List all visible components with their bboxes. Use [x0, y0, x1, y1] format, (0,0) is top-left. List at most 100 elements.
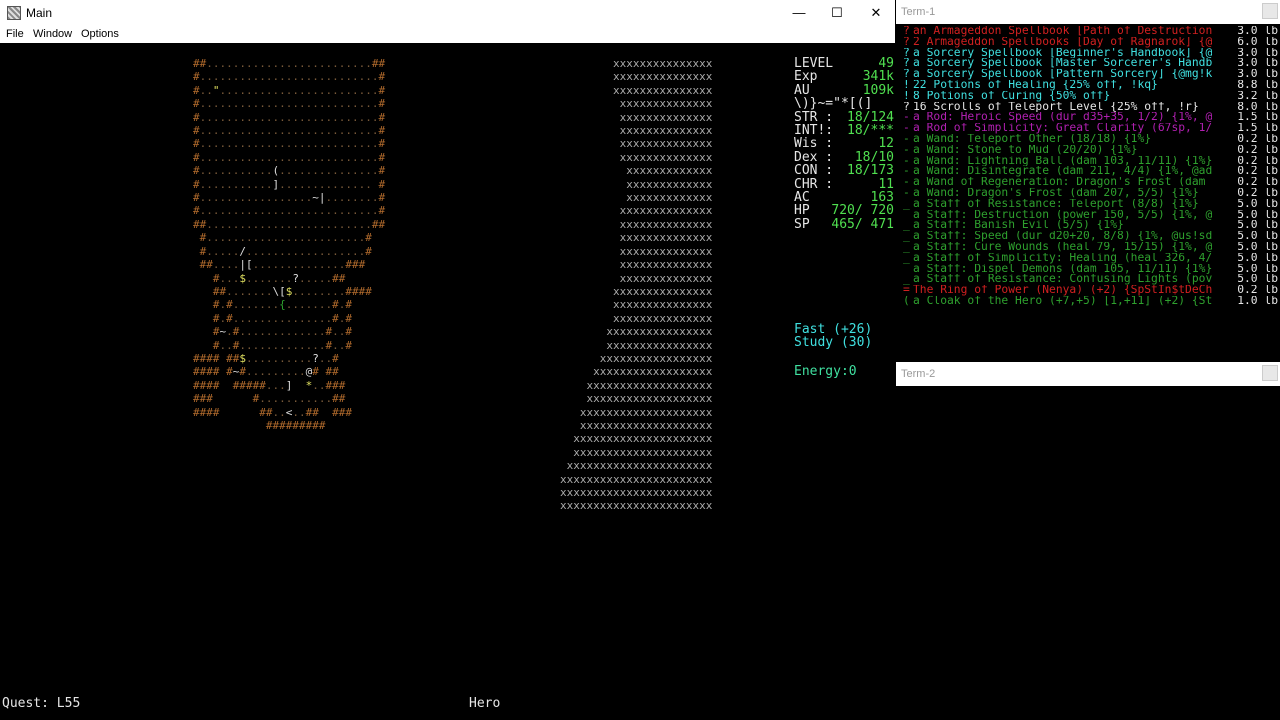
- inventory-item-name: 22 Potions of Healing {25% off, !kq}: [913, 79, 1158, 91]
- inventory-item-symbol: -: [903, 187, 910, 199]
- inventory-item[interactable]: -a Wand: Teleport Other (18/18) {1%} 0.2 …: [903, 134, 1278, 145]
- inventory-item[interactable]: = The Ring of Power (Nenya) (+2) {SpStIn$…: [903, 285, 1278, 296]
- inventory-item-symbol: _: [903, 220, 910, 232]
- inventory-item[interactable]: _ a Staff of Simplicity: Healing (heal 32…: [903, 253, 1278, 264]
- inventory-item-symbol: ?: [903, 69, 910, 80]
- menu-bar: File Window Options: [0, 26, 895, 43]
- inventory-item-name: 16 Scrolls of Teleport Level {25% off, !…: [913, 101, 1199, 113]
- map-row: #.."........................#: [193, 83, 386, 97]
- inventory-item-name: a Wand: Dragon's Frost (dam 207, 5/5) {1…: [913, 187, 1199, 199]
- map-row: xxxxxxxxxxxxx: [560, 191, 713, 205]
- map-row: xxxxxxxxxxxxxxxxxxxxxxx: [560, 486, 713, 499]
- inventory-item[interactable]: ! 8 Potions of Curing {50% off} 3.2 lb: [903, 91, 1278, 102]
- inventory-item[interactable]: ? 16 Scrolls of Teleport Level {25% off, …: [903, 102, 1278, 113]
- inventory-item-weight: 0.2 lb: [1237, 166, 1278, 178]
- map-row: xxxxxxxxxxxxxx: [560, 204, 713, 218]
- inventory-item[interactable]: _ a Staff: Dispel Demons (dam 105, 11/11)…: [903, 264, 1278, 275]
- inventory-item[interactable]: -a Wand: Stone to Mud (20/20) {1%} 0.2 lb: [903, 145, 1278, 156]
- map-row: xxxxxxxxxxxxxxxxxxxxxxx: [560, 499, 713, 513]
- term-1-window: Term-1 ? an Armageddon Spellbook [Path of…: [896, 0, 1280, 360]
- inventory-item-name: a Wand: Disintegrate (dam 211, 4/4) {1%,…: [913, 166, 1213, 178]
- stat-value: 11: [878, 176, 894, 192]
- map-row: xxxxxxxxxxxxxx: [560, 150, 713, 164]
- inventory-item[interactable]: ? a Sorcery Spellbook [Beginner's Handboo…: [903, 48, 1278, 59]
- inventory-item[interactable]: -a Rod of Simplicity: Great Clarity (67s…: [903, 123, 1278, 134]
- map-row: #########: [265, 418, 326, 432]
- inventory-item[interactable]: ? an Armageddon Spellbook [Path of Destru…: [903, 26, 1278, 37]
- inventory-item-symbol: !: [903, 90, 910, 102]
- inventory-item[interactable]: _ a Staff: Speed (dur d20+20, 8/8) {1%, @…: [903, 231, 1278, 242]
- inventory-item-symbol: _: [903, 252, 910, 264]
- inventory-item-weight: 0.2 lb: [1237, 144, 1278, 156]
- inventory-item[interactable]: ! 22 Potions of Healing {25% off, !kq} 8.8…: [903, 80, 1278, 91]
- inventory-item-symbol: _: [903, 231, 910, 242]
- term-2-close-button[interactable]: [1262, 365, 1278, 381]
- map-row: #### ##..<..## ###: [193, 405, 352, 419]
- inventory-item-weight: 0.2 lb: [1237, 155, 1278, 167]
- window-title: Main: [26, 6, 53, 20]
- inventory-item[interactable]: _ a Staff: Destruction (power 150, 5/5) {…: [903, 210, 1278, 221]
- map-row: #...$.......?.....##: [212, 271, 346, 285]
- inventory-item-symbol: !: [903, 79, 910, 91]
- map-row: xxxxxxxxxxxxxx: [560, 258, 713, 272]
- inventory-item-weight: 1.0 lb: [1237, 295, 1278, 307]
- inventory-item[interactable]: _ a Staff: Banish Evil (5/5) {1%} 5.0 lb: [903, 220, 1278, 231]
- menu-options[interactable]: Options: [81, 28, 119, 40]
- inventory-item[interactable]: -a Wand of Regeneration: Dragon's Frost …: [903, 177, 1278, 188]
- term-2-window: Term-2: [896, 362, 1280, 720]
- inventory-item-name: The Ring of Power (Nenya) (+2) {SpStIn$t…: [913, 285, 1213, 296]
- inventory-item[interactable]: ? 2 Armageddon Spellbooks [Day of Ragnaro…: [903, 37, 1278, 48]
- inventory-item-name: a Rod of Simplicity: Great Clarity (67sp…: [913, 123, 1213, 134]
- inventory-item-name: 8 Potions of Curing {50% off}: [913, 90, 1111, 102]
- term-2-titlebar[interactable]: Term-2: [896, 362, 1280, 386]
- inventory-item[interactable]: -a Wand: Lightning Ball (dam 103, 11/11)…: [903, 156, 1278, 167]
- map-row: ##....|[..............###: [199, 258, 366, 272]
- inventory-item-symbol: ?: [903, 58, 910, 70]
- map-row: xxxxxxxxxxxxxx: [560, 97, 713, 111]
- inventory-item-symbol: ?: [903, 47, 910, 59]
- stat-value: 465/ 471: [831, 216, 894, 232]
- menu-window[interactable]: Window: [33, 28, 72, 40]
- inventory-item[interactable]: -a Wand: Disintegrate (dam 211, 4/4) {1%…: [903, 166, 1278, 177]
- inventory-item-name: 2 Armageddon Spellbooks [Day of Ragnarok…: [913, 36, 1213, 48]
- stat-label: HP: [794, 203, 810, 219]
- inventory-item[interactable]: _ a Staff of Resistance: Confusing Lights…: [903, 274, 1278, 285]
- map-row: xxxxxxxxxxxxxxx: [560, 311, 713, 325]
- inventory-item-name: a Staff: Dispel Demons (dam 105, 11/11) …: [913, 263, 1213, 275]
- term-1-close-button[interactable]: [1262, 3, 1278, 19]
- map-row: #...........].............. #: [193, 177, 386, 191]
- inventory-item[interactable]: ? a Sorcery Spellbook [Master Sorcerer's …: [903, 58, 1278, 69]
- inventory-item-symbol: -: [903, 144, 910, 156]
- inventory-item-weight: 3.0 lb: [1237, 47, 1278, 59]
- map-row: xxxxxxxxxxxxxxxxxxxxxx: [560, 459, 713, 473]
- inventory-item-weight: 0.2 lb: [1237, 177, 1278, 188]
- inventory-item[interactable]: (a Cloak of the Hero (+7,+5) [1,+11] (+2…: [903, 296, 1278, 307]
- stat-value: 18/173: [847, 163, 894, 179]
- inventory-item-symbol: ?: [903, 36, 910, 48]
- minimize-button[interactable]: —: [779, 0, 819, 26]
- map-row: #.................~|........#: [193, 191, 386, 205]
- inventory-item[interactable]: _ a Staff of Resistance: Teleport (8/8) {…: [903, 199, 1278, 210]
- inventory-item-weight: 3.0 lb: [1237, 69, 1278, 80]
- main-titlebar[interactable]: Main — ☐ ✕: [0, 0, 895, 26]
- inventory-item-name: a Staff: Cure Wounds (heal 79, 15/15) {1…: [913, 241, 1213, 253]
- menu-file[interactable]: File: [6, 28, 24, 40]
- dungeon-map[interactable]: ##.........................## #..........…: [193, 57, 385, 432]
- status-bar: Quest: L55 Hero: [0, 696, 895, 720]
- inventory-item[interactable]: _ a Staff: Cure Wounds (heal 79, 15/15) {…: [903, 242, 1278, 253]
- inventory-item-weight: 0.2 lb: [1237, 187, 1278, 199]
- close-button[interactable]: ✕: [856, 0, 896, 26]
- term-1-titlebar[interactable]: Term-1: [896, 0, 1280, 24]
- map-row: #...........................#: [193, 70, 386, 84]
- stat-label: CHR :: [794, 176, 834, 192]
- stat-row: \)}~="*[(]: [794, 97, 894, 111]
- inventory-item-symbol: =: [903, 285, 910, 296]
- game-map-view[interactable]: ##.........................## #..........…: [0, 43, 895, 698]
- maximize-button[interactable]: ☐: [817, 0, 857, 26]
- stat-value: 163: [870, 189, 894, 205]
- inventory-item[interactable]: ? a Sorcery Spellbook [Pattern Sorcery] {…: [903, 69, 1278, 80]
- term-1-title: Term-1: [901, 6, 936, 18]
- inventory-item[interactable]: -a Wand: Dragon's Frost (dam 207, 5/5) {…: [903, 188, 1278, 199]
- inventory-item[interactable]: -a Rod: Heroic Speed (dur d35+35, 1/2) {…: [903, 112, 1278, 123]
- stat-row: Wis : 12: [794, 137, 894, 151]
